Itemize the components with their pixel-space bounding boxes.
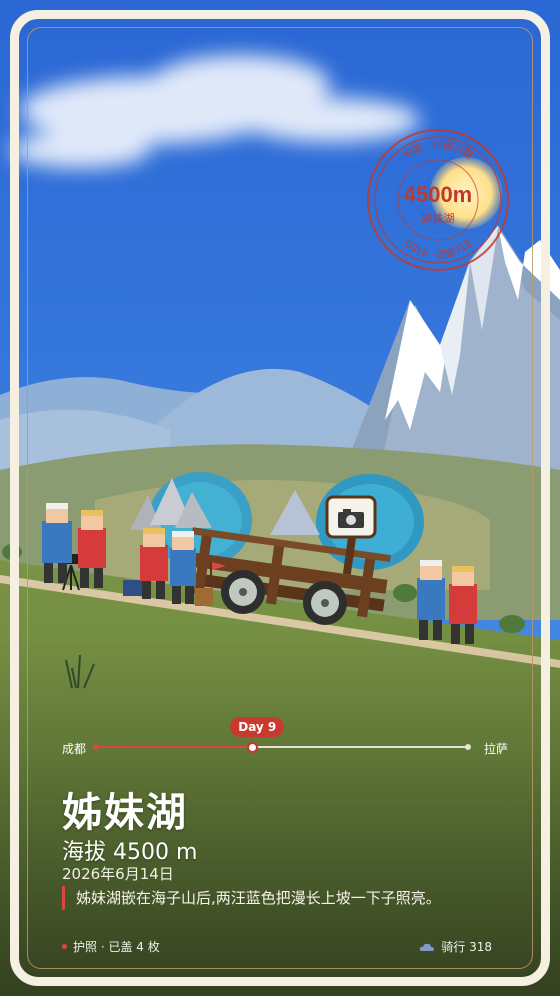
route-label: 骑行 318 xyxy=(441,940,492,954)
day-badge: Day 9 xyxy=(230,717,285,737)
altitude-label: 海拔 4500 m xyxy=(62,840,198,865)
cloud-icon xyxy=(420,943,435,951)
altitude-stamp: 中国 · 川藏公路 G318 · 国道318 4500m 姊妹湖 xyxy=(367,129,509,271)
current-position-marker xyxy=(247,742,259,753)
passport-stamps-label: 护照 · 已盖 4 枚 xyxy=(73,940,160,954)
location-title: 姊妹湖 xyxy=(62,790,188,836)
postcard-screen: 中国 · 川藏公路 G318 · 国道318 4500m 姊妹湖 成都 Day … xyxy=(0,0,560,996)
progress-track xyxy=(93,742,471,753)
route-end-label: 拉萨 xyxy=(483,742,508,756)
progress-end-dot xyxy=(465,744,471,750)
route-start-label: 成都 xyxy=(62,742,87,756)
stamp-altitude: 4500m xyxy=(404,182,473,207)
passport-stamps: 护照 · 已盖 4 枚 xyxy=(62,938,160,955)
route-progress: 成都 Day 9 拉萨 xyxy=(58,717,508,760)
red-dot-icon xyxy=(62,944,67,949)
date-label: 2026年6月14日 xyxy=(62,865,174,883)
progress-fill xyxy=(96,746,253,748)
stamp-place: 姊妹湖 xyxy=(422,211,455,225)
location-description: 姊妹湖嵌在海子山后,两汪蓝色把漫长上坡一下子照亮。 xyxy=(62,886,476,910)
route-info: 骑行 318 xyxy=(419,938,492,955)
